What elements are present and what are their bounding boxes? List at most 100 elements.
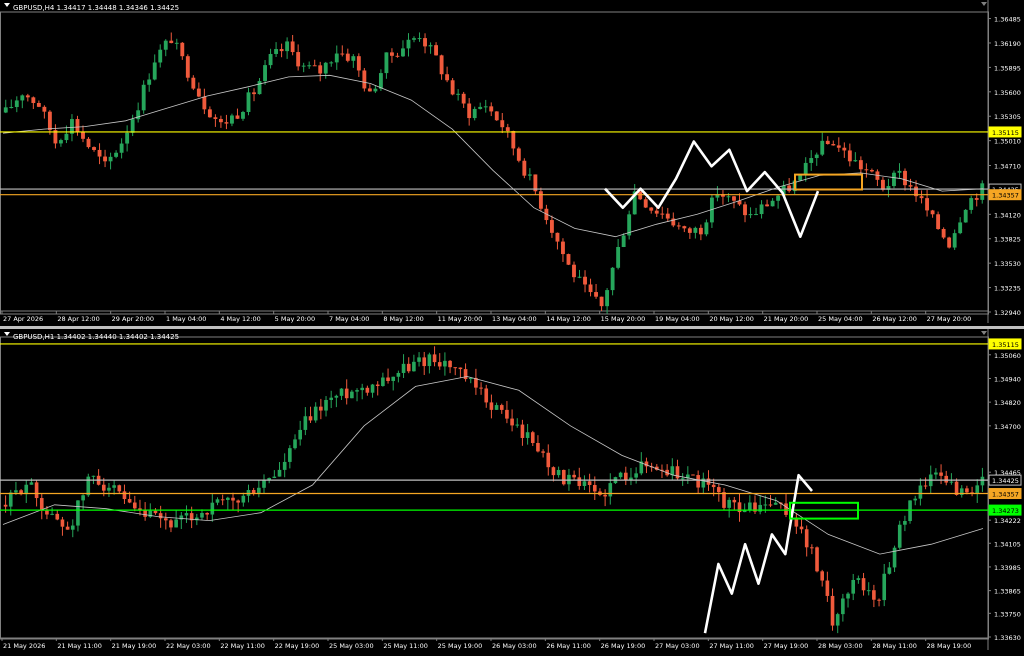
candle-body[interactable] <box>147 79 152 85</box>
candle-body[interactable] <box>9 107 14 109</box>
candle-body[interactable] <box>230 115 234 124</box>
scroll-marker-icon[interactable] <box>981 2 987 6</box>
candle-body[interactable] <box>439 55 444 75</box>
candle-body[interactable] <box>925 198 930 211</box>
candle-body[interactable] <box>494 111 499 121</box>
candle-body[interactable] <box>484 388 489 403</box>
candle-body[interactable] <box>14 490 18 493</box>
candle-body[interactable] <box>288 448 292 462</box>
candle-body[interactable] <box>3 504 8 507</box>
candle-body[interactable] <box>489 106 494 112</box>
candle-body[interactable] <box>20 95 25 101</box>
candle-body[interactable] <box>191 77 196 89</box>
candle-body[interactable] <box>241 111 245 119</box>
candle-body[interactable] <box>461 93 466 104</box>
candle-body[interactable] <box>3 107 8 113</box>
candle-body[interactable] <box>665 213 670 219</box>
candle-body[interactable] <box>158 49 163 63</box>
candle-body[interactable] <box>141 84 146 111</box>
candle-body[interactable] <box>29 482 34 485</box>
candle-body[interactable] <box>530 432 535 443</box>
candle-body[interactable] <box>770 200 775 207</box>
candle-body[interactable] <box>202 96 207 110</box>
candle-body[interactable] <box>97 149 102 157</box>
candle-body[interactable] <box>711 484 716 488</box>
dropdown-arrow-icon[interactable] <box>4 3 10 7</box>
candle-body[interactable] <box>153 510 158 514</box>
candle-body[interactable] <box>236 500 240 503</box>
candle-body[interactable] <box>412 361 416 372</box>
candle-body[interactable] <box>86 476 91 496</box>
candle-body[interactable] <box>947 237 952 248</box>
candle-body[interactable] <box>375 384 380 387</box>
candle-body[interactable] <box>125 132 130 144</box>
candle-body[interactable] <box>298 429 302 440</box>
candle-body[interactable] <box>65 526 70 530</box>
candle-body[interactable] <box>680 478 685 480</box>
candle-body[interactable] <box>334 53 339 63</box>
candle-body[interactable] <box>842 147 847 151</box>
candle-body[interactable] <box>952 233 957 248</box>
candle-body[interactable] <box>810 547 814 549</box>
candle-body[interactable] <box>882 573 887 601</box>
candle-body[interactable] <box>355 390 359 392</box>
candle-body[interactable] <box>936 214 941 230</box>
candle-body[interactable] <box>127 499 132 503</box>
candle-body[interactable] <box>350 391 354 399</box>
candle-body[interactable] <box>340 53 345 55</box>
candle-body[interactable] <box>588 284 593 293</box>
candle-body[interactable] <box>618 472 623 478</box>
candle-body[interactable] <box>869 170 874 172</box>
candle-body[interactable] <box>169 520 173 528</box>
candle-body[interactable] <box>748 502 752 510</box>
candle-body[interactable] <box>463 369 468 380</box>
candle-body[interactable] <box>592 485 597 492</box>
zigzag-pattern[interactable] <box>703 473 813 634</box>
candle-body[interactable] <box>136 110 141 120</box>
candle-body[interactable] <box>603 494 607 497</box>
candle-body[interactable] <box>301 65 306 67</box>
candle-body[interactable] <box>908 185 913 187</box>
candle-body[interactable] <box>114 152 119 157</box>
candle-body[interactable] <box>798 174 803 181</box>
candle-body[interactable] <box>313 406 318 421</box>
candle-body[interactable] <box>541 451 545 453</box>
candle-body[interactable] <box>274 49 279 54</box>
candle-body[interactable] <box>505 127 510 131</box>
candle-body[interactable] <box>903 521 907 525</box>
candle-body[interactable] <box>803 162 808 175</box>
candle-body[interactable] <box>448 360 452 368</box>
candle-body[interactable] <box>887 567 892 574</box>
candle-body[interactable] <box>373 88 378 92</box>
candle-body[interactable] <box>263 65 267 82</box>
candle-body[interactable] <box>511 130 516 149</box>
candle-body[interactable] <box>846 593 850 599</box>
candle-body[interactable] <box>58 140 63 144</box>
candle-body[interactable] <box>525 432 530 438</box>
candle-body[interactable] <box>616 247 621 268</box>
candle-body[interactable] <box>515 424 520 426</box>
candle-body[interactable] <box>892 172 896 187</box>
candle-body[interactable] <box>546 452 551 468</box>
candle-body[interactable] <box>974 198 979 200</box>
candle-body[interactable] <box>980 476 985 486</box>
candle-body[interactable] <box>759 204 764 215</box>
candle-body[interactable] <box>577 477 582 487</box>
candle-body[interactable] <box>908 500 912 521</box>
candle-body[interactable] <box>81 495 85 501</box>
candle-body[interactable] <box>390 52 394 56</box>
candle-body[interactable] <box>858 160 863 170</box>
candle-body[interactable] <box>25 95 30 98</box>
candle-body[interactable] <box>174 42 179 44</box>
candle-body[interactable] <box>621 235 626 248</box>
candle-body[interactable] <box>831 144 836 146</box>
candle-body[interactable] <box>108 156 113 162</box>
candle-body[interactable] <box>303 416 308 430</box>
candle-body[interactable] <box>384 52 389 74</box>
candle-body[interactable] <box>872 590 876 600</box>
candle-body[interactable] <box>538 191 543 209</box>
candle-body[interactable] <box>551 467 556 476</box>
candle-body[interactable] <box>763 504 768 506</box>
candle-body[interactable] <box>649 207 654 211</box>
candle-body[interactable] <box>122 491 127 500</box>
